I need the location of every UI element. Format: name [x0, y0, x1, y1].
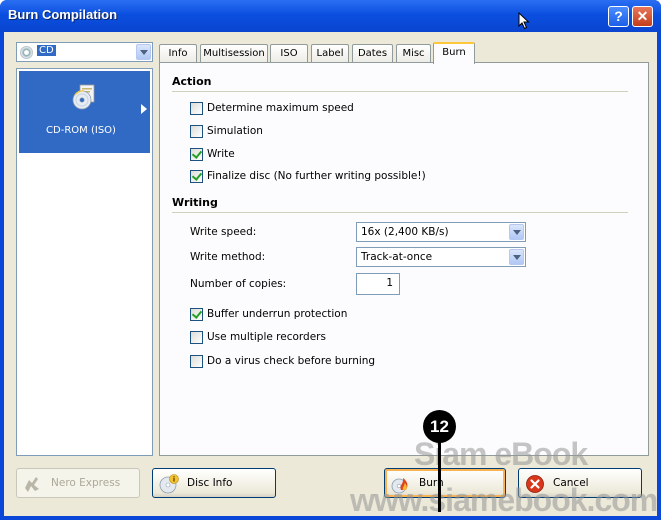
- watermark-url: www.siamebook.com: [350, 482, 658, 518]
- write-label: Write: [207, 148, 235, 160]
- write-speed-value: 16x (2,400 KB/s): [361, 226, 449, 238]
- multiple-recorders-label: Use multiple recorders: [207, 331, 326, 343]
- virus-check-checkbox[interactable]: [190, 355, 203, 368]
- title-bar[interactable]: Burn Compilation ? ✕: [0, 0, 661, 32]
- step-number-badge: 12: [423, 410, 456, 443]
- nero-express-label: Nero Express: [51, 477, 121, 489]
- media-type-combo[interactable]: CD: [16, 42, 153, 62]
- determine-max-speed-checkbox[interactable]: [190, 102, 203, 115]
- burn-tab-panel: Action Determine maximum speed Simulatio…: [159, 62, 649, 456]
- burn-compilation-window: Burn Compilation ? ✕ CD CD-ROM (ISO) Inf…: [0, 0, 661, 520]
- media-type-value: CD: [37, 45, 56, 56]
- disc-info-button[interactable]: Disc Info: [152, 468, 276, 498]
- window-title: Burn Compilation: [8, 7, 118, 22]
- write-method-select[interactable]: Track-at-once: [356, 247, 526, 267]
- writing-divider: [172, 212, 628, 213]
- copies-value: 1: [386, 277, 393, 289]
- chevron-down-icon[interactable]: [136, 44, 151, 60]
- tab-burn[interactable]: Burn: [433, 42, 475, 64]
- disc-info-label: Disc Info: [187, 477, 233, 489]
- chevron-down-icon[interactable]: [509, 249, 524, 265]
- tab-multisession[interactable]: Multisession: [200, 44, 268, 63]
- action-divider: [172, 91, 628, 92]
- simulation-label: Simulation: [207, 125, 263, 137]
- write-method-label: Write method:: [190, 251, 266, 263]
- compilation-type-list[interactable]: CD-ROM (ISO): [16, 68, 153, 456]
- determine-max-speed-label: Determine maximum speed: [207, 102, 354, 114]
- finalize-disc-label: Finalize disc (No further writing possib…: [207, 170, 426, 182]
- compilation-item-cd-rom-iso[interactable]: CD-ROM (ISO): [19, 71, 150, 153]
- nero-express-button[interactable]: Nero Express: [16, 468, 140, 498]
- tab-label[interactable]: Label: [311, 44, 349, 63]
- step-pointer-line: [438, 442, 441, 512]
- disc-info-icon: [159, 474, 179, 494]
- write-speed-select[interactable]: 16x (2,400 KB/s): [356, 222, 526, 242]
- buffer-underrun-label: Buffer underrun protection: [207, 308, 348, 320]
- virus-check-label: Do a virus check before burning: [207, 355, 376, 367]
- finalize-disc-checkbox[interactable]: [190, 170, 203, 183]
- tab-misc[interactable]: Misc: [396, 44, 431, 63]
- disc-icon: [20, 46, 33, 59]
- copies-label: Number of copies:: [190, 278, 287, 290]
- tab-iso[interactable]: ISO: [270, 44, 308, 63]
- copies-input[interactable]: 1: [356, 273, 400, 295]
- write-speed-label: Write speed:: [190, 226, 257, 238]
- writing-section-title: Writing: [172, 196, 218, 209]
- buffer-underrun-checkbox[interactable]: [190, 308, 203, 321]
- chevron-down-icon[interactable]: [509, 224, 524, 240]
- nero-express-icon: [25, 477, 39, 492]
- cd-rom-disc-icon: [72, 84, 95, 110]
- help-button[interactable]: ?: [608, 6, 629, 27]
- multiple-recorders-checkbox[interactable]: [190, 331, 203, 344]
- tab-dates[interactable]: Dates: [352, 44, 393, 63]
- close-button[interactable]: ✕: [632, 6, 653, 27]
- write-method-value: Track-at-once: [361, 251, 433, 263]
- compilation-item-label: CD-ROM (ISO): [46, 125, 116, 136]
- simulation-checkbox[interactable]: [190, 125, 203, 138]
- action-section-title: Action: [172, 75, 212, 88]
- tab-info[interactable]: Info: [159, 44, 197, 63]
- chevron-right-icon: [141, 104, 147, 114]
- write-checkbox[interactable]: [190, 148, 203, 161]
- dialog-body: CD CD-ROM (ISO) Info Multisession ISO La…: [4, 32, 658, 518]
- mouse-cursor-icon: [518, 12, 530, 30]
